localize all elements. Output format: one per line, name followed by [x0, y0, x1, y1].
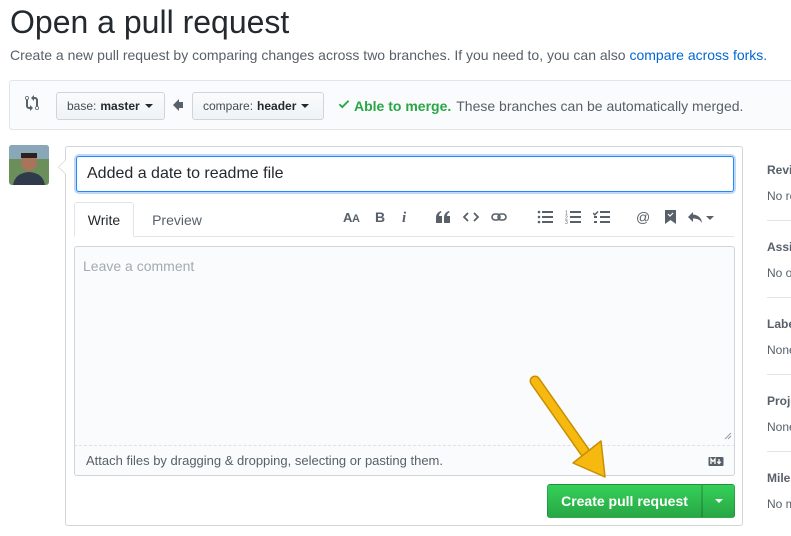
submit-options-dropdown[interactable]: [702, 484, 735, 518]
bulleted-list-icon[interactable]: [536, 207, 554, 227]
sidebar-divider: [767, 451, 791, 452]
base-label: base:: [67, 99, 97, 113]
svg-text:i: i: [402, 210, 407, 224]
markdown-icon[interactable]: [708, 455, 724, 470]
check-icon: [338, 97, 350, 114]
base-branch-select[interactable]: base: master: [56, 92, 165, 120]
comment-textarea[interactable]: Leave a comment: [74, 246, 735, 446]
mention-icon[interactable]: @: [634, 207, 652, 227]
attach-files-bar[interactable]: Attach files by dragging & dropping, sel…: [74, 446, 735, 476]
svg-text:3: 3: [565, 220, 568, 224]
sidebar-reviewers[interactable]: Reviewers No reviews: [767, 150, 791, 220]
sidebar-assignees[interactable]: Assignees No one assigned: [767, 227, 791, 297]
merge-status-label: Able to merge.: [354, 97, 452, 114]
sidebar-value: No reviews: [767, 189, 791, 203]
reply-icon[interactable]: [686, 207, 716, 227]
sidebar-divider: [767, 220, 791, 221]
sidebar-divider: [767, 297, 791, 298]
bold-icon[interactable]: B: [372, 207, 388, 227]
sidebar-heading: Assignees: [767, 240, 791, 254]
comment-placeholder: Leave a comment: [83, 258, 195, 274]
italic-icon[interactable]: i: [398, 207, 412, 227]
svg-text:B: B: [375, 210, 385, 224]
tab-preview[interactable]: Preview: [142, 202, 212, 237]
link-icon[interactable]: [490, 207, 508, 227]
compare-label: compare:: [203, 99, 254, 113]
attach-files-text: Attach files by dragging & dropping, sel…: [86, 453, 443, 468]
code-icon[interactable]: [462, 207, 480, 227]
tab-write[interactable]: Write: [74, 202, 134, 237]
sidebar-value: None yet: [767, 343, 791, 357]
chevron-down-icon: [301, 104, 310, 108]
sidebar-projects[interactable]: Projects None yet: [767, 381, 791, 451]
quote-icon[interactable]: [434, 207, 452, 227]
sidebar-value: No one assigned: [767, 266, 791, 280]
task-list-icon[interactable]: [592, 207, 610, 227]
sidebar-heading: Labels: [767, 317, 791, 331]
header-icon[interactable]: AA: [342, 207, 362, 227]
svg-text:A: A: [352, 213, 360, 224]
resize-handle-icon[interactable]: [724, 427, 732, 443]
pr-title-input[interactable]: [76, 156, 734, 192]
sidebar-value: No milestone: [767, 497, 791, 511]
merge-status: Able to merge. These branches can be aut…: [338, 97, 743, 114]
svg-text:@: @: [636, 210, 650, 225]
arrow-left-icon: [173, 98, 183, 116]
git-compare-icon: [25, 95, 39, 116]
compare-value: header: [257, 99, 297, 113]
sidebar-milestone[interactable]: Milestone No milestone: [767, 458, 791, 528]
sidebar-heading: Reviewers: [767, 163, 791, 177]
submit-group: Create pull request: [547, 484, 735, 518]
compare-branch-select[interactable]: compare: header: [192, 92, 324, 120]
sidebar-heading: Projects: [767, 394, 791, 408]
base-value: master: [100, 99, 140, 113]
merge-status-message: These branches can be automatically merg…: [456, 97, 744, 114]
subtitle-text: Create a new pull request by comparing c…: [10, 47, 630, 63]
sidebar-labels[interactable]: Labels None yet: [767, 304, 791, 374]
chevron-down-icon: [714, 499, 723, 503]
compare-range-bar: base: master compare: header Able to mer…: [9, 80, 791, 130]
chevron-down-icon: [144, 104, 153, 108]
sidebar-heading: Milestone: [767, 471, 791, 485]
sidebar-divider: [767, 374, 791, 375]
pull-request-form: Write Preview AA B i 123 @: [58, 146, 743, 526]
reference-icon[interactable]: [662, 207, 678, 227]
create-pull-request-button[interactable]: Create pull request: [547, 484, 702, 518]
page-subtitle: Create a new pull request by comparing c…: [10, 47, 767, 63]
page-title: Open a pull request: [10, 4, 290, 40]
avatar: [9, 145, 49, 185]
numbered-list-icon[interactable]: 123: [564, 207, 582, 227]
sidebar-value: None yet: [767, 420, 791, 434]
compare-across-forks-link[interactable]: compare across forks.: [629, 47, 767, 63]
